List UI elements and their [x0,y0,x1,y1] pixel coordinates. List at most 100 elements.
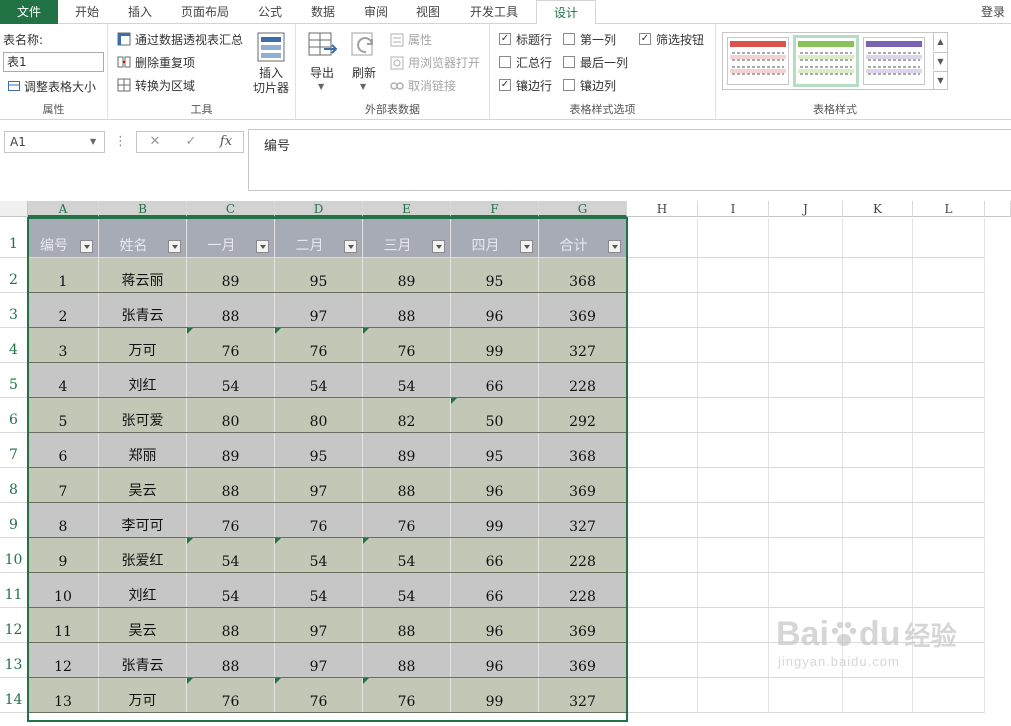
filter-dropdown-icon[interactable] [432,240,445,253]
table-cell[interactable]: 96 [451,468,539,503]
empty-cell[interactable] [843,328,913,363]
table-cell[interactable]: 228 [539,538,627,573]
table-cell[interactable]: 292 [539,398,627,433]
row-header-9[interactable]: 9 [0,503,28,538]
tab-file[interactable]: 文件 [0,0,58,24]
table-header-cell[interactable]: 三月 [363,218,451,258]
table-cell[interactable]: 张青云 [99,643,187,678]
empty-cell[interactable] [913,398,985,433]
table-cell[interactable]: 54 [275,538,363,573]
column-header-I[interactable]: I [698,201,769,217]
empty-cell[interactable] [698,678,769,713]
empty-cell[interactable] [913,503,985,538]
empty-cell[interactable] [769,328,843,363]
empty-cell[interactable] [698,468,769,503]
table-cell[interactable]: 张爱红 [99,538,187,573]
empty-cell[interactable] [627,678,698,713]
remove-duplicates-button[interactable]: 删除重复项 [135,54,195,71]
table-cell[interactable]: 76 [187,503,275,538]
table-cell[interactable]: 80 [275,398,363,433]
style-swatch-green-selected[interactable] [793,35,859,87]
empty-cell[interactable] [627,643,698,678]
table-cell[interactable]: 228 [539,363,627,398]
table-cell[interactable]: 327 [539,503,627,538]
column-header-G[interactable]: G [539,201,627,217]
empty-cell[interactable] [769,363,843,398]
table-cell[interactable]: 54 [363,363,451,398]
empty-cell[interactable] [913,293,985,328]
column-header-E[interactable]: E [363,201,451,217]
table-cell[interactable]: 368 [539,433,627,468]
login-link[interactable]: 登录 [981,0,1005,24]
table-cell[interactable]: 327 [539,328,627,363]
resize-table-button[interactable]: 调整表格大小 [24,78,96,95]
table-cell[interactable]: 95 [275,433,363,468]
empty-cell[interactable] [769,433,843,468]
table-header-cell[interactable]: 二月 [275,218,363,258]
table-cell[interactable]: 10 [28,573,99,608]
column-header-F[interactable]: F [451,201,539,217]
column-header-C[interactable]: C [187,201,275,217]
empty-cell[interactable] [698,433,769,468]
table-cell[interactable]: 12 [28,643,99,678]
table-cell[interactable]: 76 [187,328,275,363]
table-cell[interactable]: 4 [28,363,99,398]
table-cell[interactable]: 97 [275,468,363,503]
empty-cell[interactable] [843,433,913,468]
tab-view[interactable]: 视图 [404,0,452,24]
table-header-cell[interactable]: 合计 [539,218,627,258]
table-cell[interactable]: 89 [363,433,451,468]
table-cell[interactable]: 89 [187,433,275,468]
table-cell[interactable]: 95 [451,433,539,468]
filter-dropdown-icon[interactable] [80,240,93,253]
empty-cell[interactable] [698,573,769,608]
row-header-3[interactable]: 3 [0,293,28,328]
last-column-checkbox[interactable] [563,56,575,68]
column-header-D[interactable]: D [275,201,363,217]
row-header-5[interactable]: 5 [0,363,28,398]
empty-cell[interactable] [913,468,985,503]
tab-insert[interactable]: 插入 [116,0,164,24]
banded-columns-checkbox[interactable] [563,79,575,91]
filter-dropdown-icon[interactable] [520,240,533,253]
filter-dropdown-icon[interactable] [608,240,621,253]
table-cell[interactable]: 张可爱 [99,398,187,433]
table-cell[interactable]: 万可 [99,328,187,363]
empty-cell[interactable] [769,573,843,608]
table-cell[interactable]: 89 [363,258,451,293]
filter-dropdown-icon[interactable] [256,240,269,253]
table-cell[interactable]: 1 [28,258,99,293]
table-cell[interactable]: 5 [28,398,99,433]
empty-cell[interactable] [769,398,843,433]
filter-dropdown-icon[interactable] [344,240,357,253]
pivot-summary-button[interactable]: 通过数据透视表汇总 [135,31,243,48]
table-cell[interactable]: 96 [451,293,539,328]
insert-function-icon[interactable]: fx [214,131,238,153]
filter-dropdown-icon[interactable] [168,240,181,253]
table-cell[interactable]: 万可 [99,678,187,713]
column-header-B[interactable]: B [99,201,187,217]
empty-cell[interactable] [627,468,698,503]
table-cell[interactable]: 96 [451,608,539,643]
table-cell[interactable]: 88 [363,293,451,328]
table-cell[interactable]: 97 [275,293,363,328]
unlink-button[interactable]: 取消链接 [408,77,456,94]
empty-cell[interactable] [627,328,698,363]
table-cell[interactable]: 7 [28,468,99,503]
banded-rows-checkbox[interactable]: ✓ [499,79,511,91]
tab-page-layout[interactable]: 页面布局 [168,0,242,24]
table-cell[interactable]: 9 [28,538,99,573]
table-cell[interactable]: 369 [539,468,627,503]
empty-cell[interactable] [913,328,985,363]
empty-cell[interactable] [698,258,769,293]
column-header-H[interactable]: H [627,201,698,217]
empty-cell[interactable] [769,503,843,538]
style-swatch-red[interactable] [727,37,789,85]
empty-cell[interactable] [627,218,698,258]
table-cell[interactable]: 66 [451,538,539,573]
table-cell[interactable]: 97 [275,608,363,643]
table-cell[interactable]: 88 [187,643,275,678]
empty-cell[interactable] [769,678,843,713]
row-header-8[interactable]: 8 [0,468,28,503]
empty-cell[interactable] [698,608,769,643]
